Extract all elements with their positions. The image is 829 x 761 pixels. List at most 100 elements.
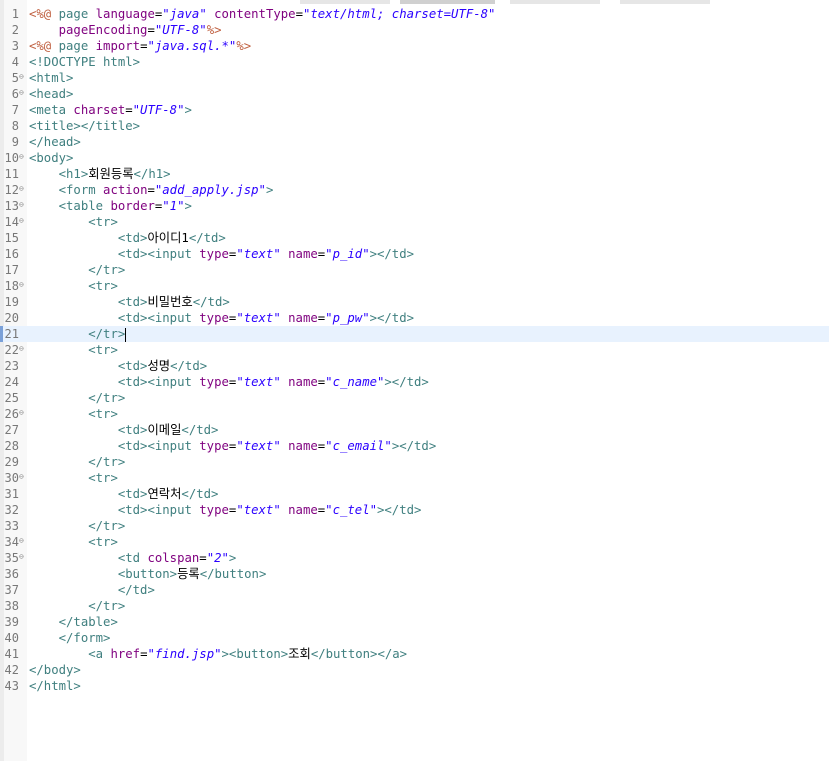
code-token: <html>: [29, 71, 74, 85]
code-line[interactable]: 19 <td>비밀번호</td>: [0, 294, 829, 310]
code-line[interactable]: 8 <title></title>: [0, 118, 829, 134]
code-token: </td>: [117, 583, 155, 597]
fold-toggle-icon[interactable]: ⊖: [19, 341, 24, 357]
code-line[interactable]: 27 <td>이메일</td>: [0, 422, 829, 438]
code-token: type: [199, 247, 229, 261]
code-text: </html>: [29, 678, 81, 694]
code-line[interactable]: 36 <button>등록</button>: [0, 566, 829, 582]
code-editor[interactable]: 1 <%@ page language="java" contentType="t…: [0, 6, 829, 694]
line-number: 19: [4, 295, 19, 309]
code-token: name: [288, 503, 318, 517]
fold-toggle-icon[interactable]: ⊖: [19, 405, 24, 421]
code-line[interactable]: 12 ⊖ <form action="add_apply.jsp">: [0, 182, 829, 198]
code-line[interactable]: 38 </tr>: [0, 598, 829, 614]
code-line[interactable]: 34 ⊖ <tr>: [0, 534, 829, 550]
editor-tab[interactable]: [300, 0, 390, 4]
line-number: 20: [4, 311, 19, 325]
fold-toggle-icon[interactable]: ⊖: [19, 69, 24, 85]
editor-tab[interactable]: [620, 0, 710, 4]
fold-toggle-icon[interactable]: ⊖: [19, 549, 24, 565]
code-line[interactable]: 31 <td>연락처</td>: [0, 486, 829, 502]
fold-toggle-icon[interactable]: ⊖: [19, 181, 24, 197]
editor-tab[interactable]: [510, 0, 600, 4]
code-line[interactable]: 30 ⊖ <tr>: [0, 470, 829, 486]
code-line[interactable]: 35 ⊖ <td colspan="2">: [0, 550, 829, 566]
code-line[interactable]: 40 </form>: [0, 630, 829, 646]
fold-toggle-icon[interactable]: ⊖: [19, 85, 24, 101]
code-line[interactable]: 37 </td>: [0, 582, 829, 598]
code-token: <td><input: [117, 247, 200, 261]
line-number: 1: [11, 7, 19, 21]
code-token: <body>: [29, 151, 74, 165]
code-line[interactable]: 42 </body>: [0, 662, 829, 678]
fold-toggle-icon[interactable]: ⊖: [19, 277, 24, 293]
code-line[interactable]: 3 <%@ page import="java.sql.*"%>: [0, 38, 829, 54]
fold-toggle-icon[interactable]: ⊖: [19, 533, 24, 549]
code-token: <a: [88, 647, 111, 661]
code-token: ><button>: [221, 647, 289, 661]
code-line[interactable]: 13 ⊖ <table border="1">: [0, 198, 829, 214]
code-token: name: [288, 247, 318, 261]
code-token: 이메일: [147, 423, 182, 437]
line-number: 8: [11, 119, 19, 133]
code-text: <tr>: [29, 406, 118, 422]
code-text: <tr>: [29, 278, 118, 294]
code-token: ></td>: [384, 375, 429, 389]
code-line[interactable]: 4 <!DOCTYPE html>: [0, 54, 829, 70]
code-line[interactable]: 16 <td><input type="text" name="p_id"></…: [0, 246, 829, 262]
code-line[interactable]: 20 <td><input type="text" name="p_pw"></…: [0, 310, 829, 326]
code-line[interactable]: 26 ⊖ <tr>: [0, 406, 829, 422]
code-line[interactable]: 32 <td><input type="text" name="c_tel"><…: [0, 502, 829, 518]
code-line[interactable]: 9 </head>: [0, 134, 829, 150]
code-token: 연락처: [147, 487, 182, 501]
code-text: <td colspan="2">: [29, 550, 236, 566]
editor-tab-active[interactable]: [400, 0, 495, 4]
code-line[interactable]: 24 <td><input type="text" name="c_name">…: [0, 374, 829, 390]
code-token: "java": [162, 7, 207, 21]
code-line[interactable]: 2 pageEncoding="UTF-8"%>: [0, 22, 829, 38]
code-line[interactable]: 11 <h1>회원등록</h1>: [0, 166, 829, 182]
code-line[interactable]: 5 ⊖ <html>: [0, 70, 829, 86]
fold-toggle-icon[interactable]: ⊖: [19, 213, 24, 229]
code-line[interactable]: 7 <meta charset="UTF-8">: [0, 102, 829, 118]
code-line[interactable]: 25 </tr>: [0, 390, 829, 406]
code-line[interactable]: 14 ⊖ <tr>: [0, 214, 829, 230]
code-line[interactable]: 15 <td>아이디1</td>: [0, 230, 829, 246]
code-line[interactable]: 39 </table>: [0, 614, 829, 630]
code-token: </tr>: [88, 599, 126, 613]
fold-toggle-icon[interactable]: ⊖: [19, 197, 24, 213]
code-line[interactable]: 10 ⊖ <body>: [0, 150, 829, 166]
line-number: 10: [4, 151, 19, 165]
code-line[interactable]: 41 <a href="find.jsp"><button>조회</button…: [0, 646, 829, 662]
code-token: =: [199, 551, 207, 565]
code-line[interactable]: 6 ⊖ <head>: [0, 86, 829, 102]
fold-toggle-icon[interactable]: ⊖: [19, 149, 24, 165]
code-text: <tr>: [29, 342, 118, 358]
code-line[interactable]: 29 </tr>: [0, 454, 829, 470]
code-line[interactable]: 21 </tr>: [0, 326, 829, 342]
code-text: <body>: [29, 150, 73, 166]
code-line[interactable]: 18 ⊖ <tr>: [0, 278, 829, 294]
code-line[interactable]: 33 </tr>: [0, 518, 829, 534]
code-token: </td>: [181, 487, 219, 501]
line-number: 23: [4, 359, 19, 373]
code-token: "text": [236, 311, 281, 325]
code-token: language: [95, 7, 155, 21]
fold-toggle-icon[interactable]: ⊖: [19, 469, 24, 485]
code-line[interactable]: 28 <td><input type="text" name="c_email"…: [0, 438, 829, 454]
code-line[interactable]: 1 <%@ page language="java" contentType="t…: [0, 6, 829, 22]
code-token: page: [58, 7, 96, 21]
line-number: 36: [4, 567, 19, 581]
code-token: "c_email": [325, 439, 392, 453]
code-line[interactable]: 17 </tr>: [0, 262, 829, 278]
line-number: 30: [4, 471, 19, 485]
code-line[interactable]: 43 </html>: [0, 678, 829, 694]
code-line[interactable]: 22 ⊖ <tr>: [0, 342, 829, 358]
code-line[interactable]: 23 <td>성명</td>: [0, 358, 829, 374]
